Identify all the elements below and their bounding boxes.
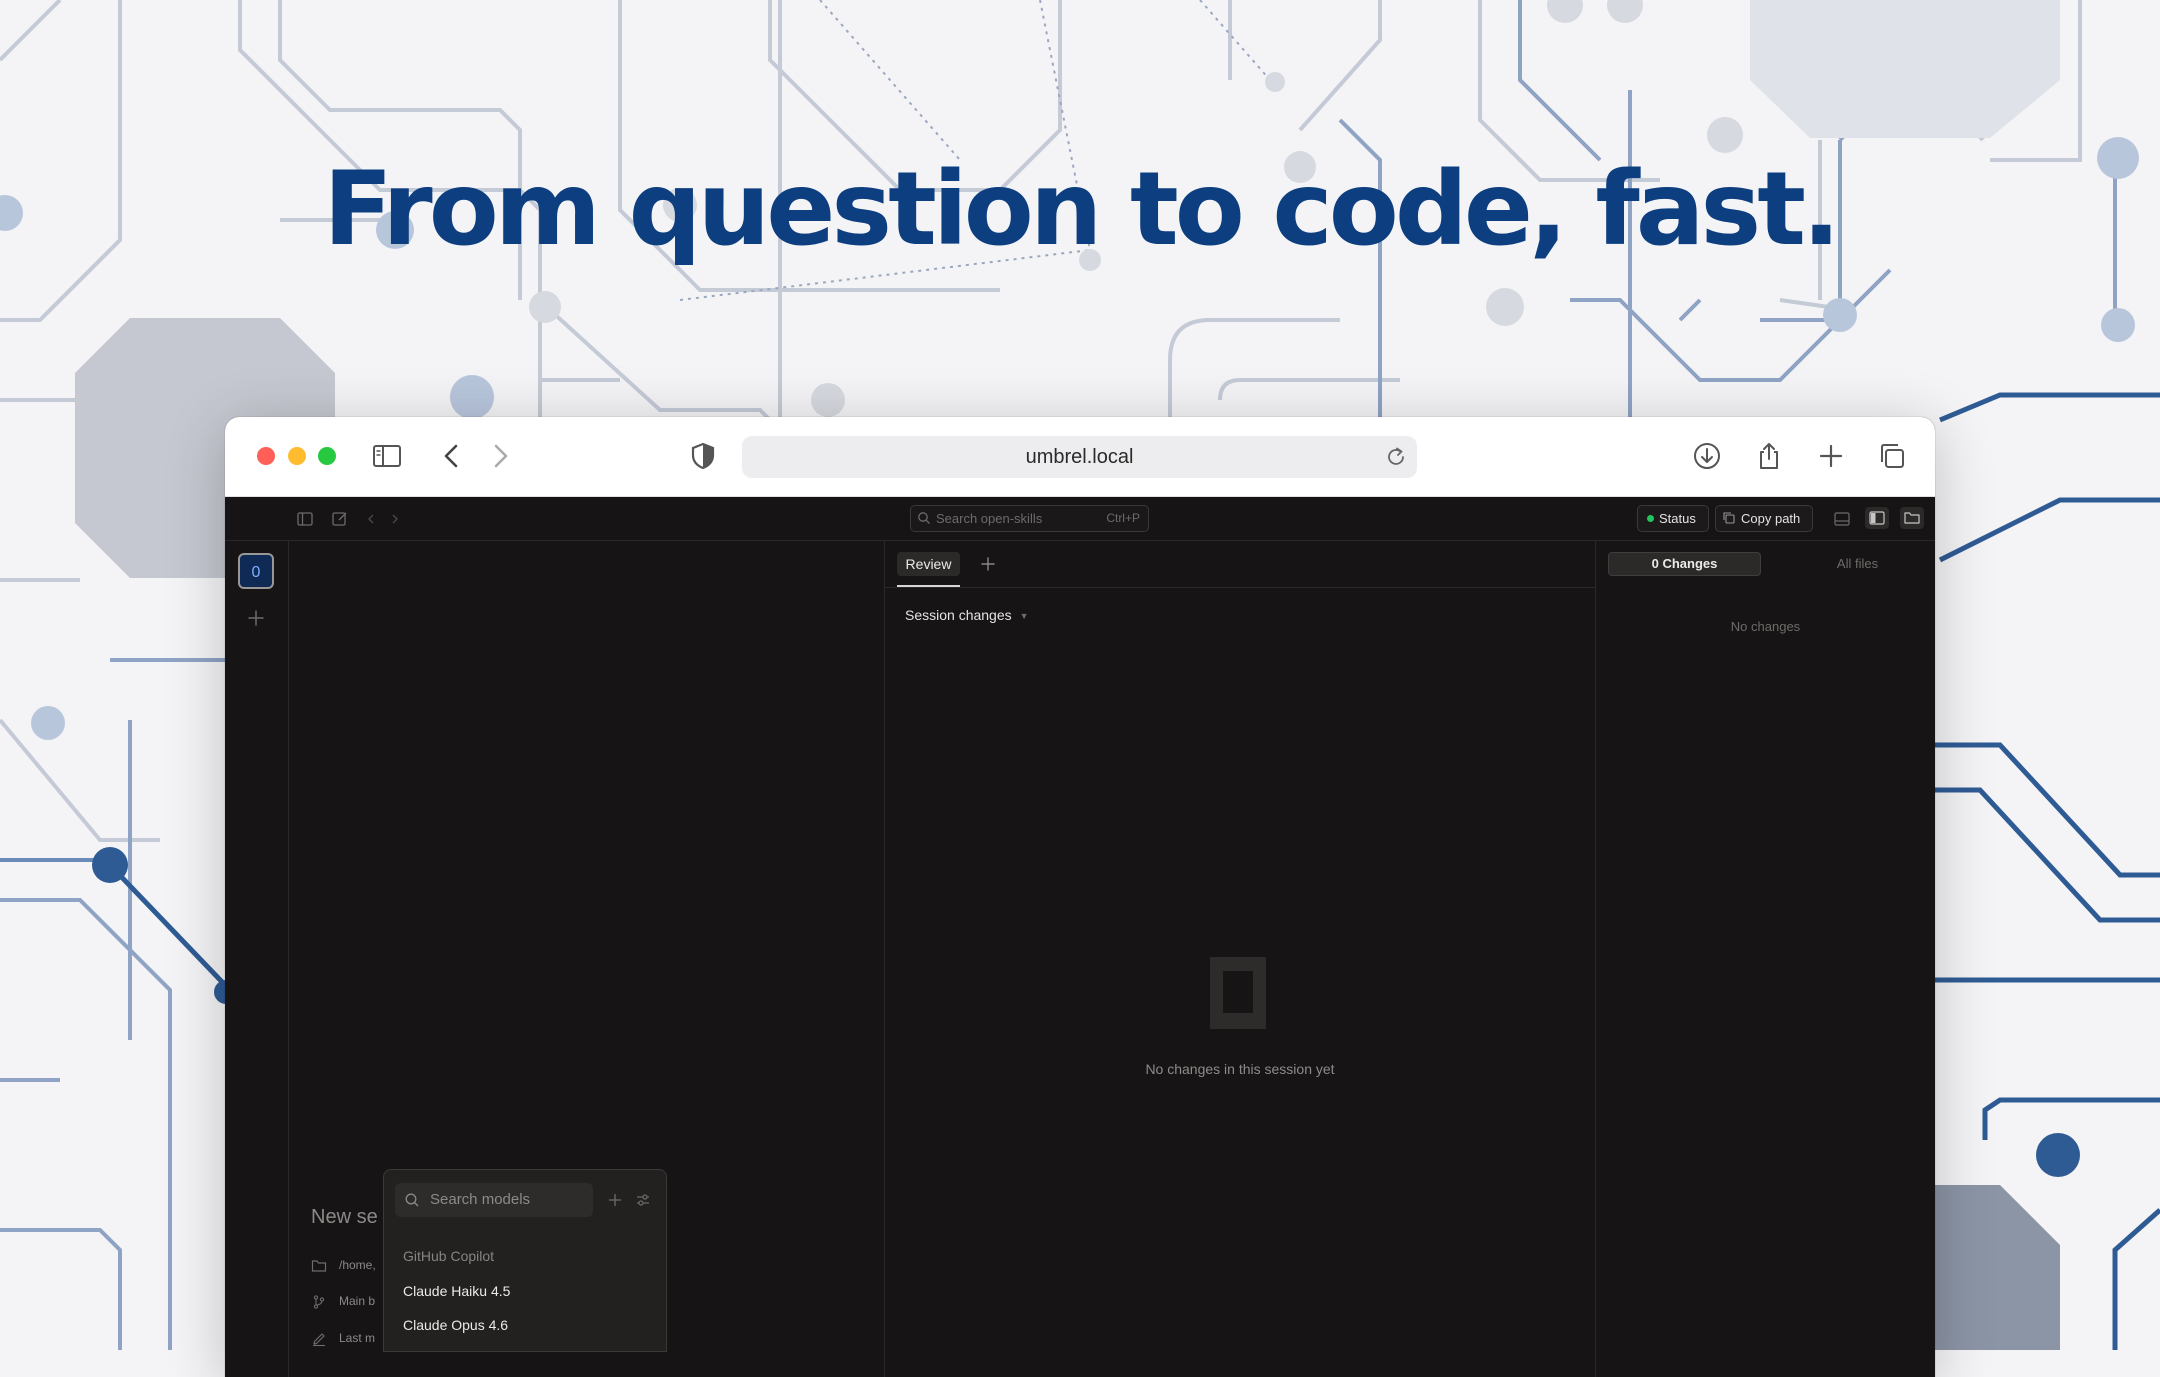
nav-back-icon[interactable]	[361, 509, 381, 529]
app-topbar: Search open-skills Ctrl+P Status Copy pa…	[225, 497, 1935, 541]
tab-overview-icon[interactable]	[1875, 439, 1909, 473]
zoom-window-button[interactable]	[318, 447, 336, 465]
model-option[interactable]: Claude Opus 4.6	[403, 1317, 508, 1333]
session-branch: Main b	[311, 1294, 375, 1310]
search-shortcut: Ctrl+P	[1106, 511, 1140, 525]
folder-icon	[311, 1260, 327, 1272]
active-tab-indicator	[897, 585, 960, 587]
command-search[interactable]: Search open-skills Ctrl+P	[910, 505, 1149, 532]
changes-panel: 0 Changes All files No changes	[1596, 541, 1935, 1377]
address-bar[interactable]: umbrel.local	[742, 436, 1417, 478]
minimize-window-button[interactable]	[288, 447, 306, 465]
empty-state-text: No changes in this session yet	[1145, 1061, 1335, 1077]
session-last-modified-label: Last m	[339, 1331, 376, 1346]
search-icon	[405, 1193, 419, 1207]
add-tab-icon[interactable]	[979, 555, 997, 573]
pencil-icon	[313, 1333, 325, 1347]
split-view-icon[interactable]	[1865, 507, 1889, 529]
review-tabs: Review	[885, 541, 1595, 588]
copy-path-label: Copy path	[1741, 511, 1801, 526]
chevron-down-icon: ▼	[1019, 611, 1029, 622]
branch-icon	[313, 1295, 325, 1309]
forward-arrow-icon[interactable]	[483, 439, 517, 473]
session-directory-label: /home,	[339, 1258, 376, 1273]
privacy-shield-icon[interactable]	[686, 439, 720, 473]
session-directory: /home,	[311, 1258, 376, 1274]
share-icon[interactable]	[1752, 439, 1786, 473]
edit-icon[interactable]	[330, 509, 350, 529]
model-picker: Search models GitHub Copilot Claude Haik…	[383, 1169, 667, 1352]
search-icon	[918, 512, 930, 524]
new-session-title: New se	[311, 1206, 378, 1228]
address-url: umbrel.local	[1025, 446, 1134, 468]
headline: From question to code, fast.	[323, 150, 1841, 269]
model-option[interactable]: Claude Haiku 4.5	[403, 1283, 510, 1299]
reload-icon[interactable]	[1383, 444, 1409, 470]
workspace-rail: 0	[225, 541, 289, 1377]
session-branch-label: Main b	[339, 1294, 376, 1309]
no-changes-text: No changes	[1730, 619, 1801, 634]
bottom-panel-icon[interactable]	[1832, 509, 1852, 529]
model-search-placeholder: Search models	[430, 1191, 531, 1208]
sidebar-toggle-icon[interactable]	[370, 439, 404, 473]
new-tab-icon[interactable]	[1814, 439, 1848, 473]
nav-forward-icon[interactable]	[385, 509, 405, 529]
model-group-label: GitHub Copilot	[403, 1248, 495, 1264]
folder-icon[interactable]	[1900, 507, 1924, 529]
copy-icon	[1723, 512, 1735, 524]
status-button[interactable]: Status	[1637, 505, 1709, 532]
session-changes-label: Session changes	[905, 607, 1012, 623]
tab-changes[interactable]: 0 Changes	[1608, 552, 1761, 576]
add-workspace-icon[interactable]	[245, 607, 267, 629]
workspace-badge[interactable]: 0	[238, 553, 274, 589]
tab-all-files[interactable]: All files	[1800, 552, 1915, 576]
search-placeholder: Search open-skills	[936, 511, 1043, 526]
add-model-icon[interactable]	[606, 1191, 624, 1209]
session-changes-dropdown[interactable]: Session changes ▼	[905, 607, 1029, 623]
close-window-button[interactable]	[257, 447, 275, 465]
settings-sliders-icon[interactable]	[634, 1191, 652, 1209]
status-indicator	[1647, 515, 1654, 522]
tab-review[interactable]: Review	[897, 552, 960, 576]
session-last-modified: Last m	[311, 1331, 375, 1347]
browser-toolbar: umbrel.local	[225, 417, 1935, 497]
review-panel: Review Session changes ▼ No changes in th…	[885, 541, 1596, 1377]
empty-document-icon	[1210, 957, 1266, 1029]
copy-path-button[interactable]: Copy path	[1715, 505, 1813, 532]
panel-toggle-icon[interactable]	[295, 509, 315, 529]
back-arrow-icon[interactable]	[435, 439, 469, 473]
status-label: Status	[1659, 511, 1696, 526]
downloads-icon[interactable]	[1690, 439, 1724, 473]
model-search-input[interactable]: Search models	[395, 1183, 593, 1217]
